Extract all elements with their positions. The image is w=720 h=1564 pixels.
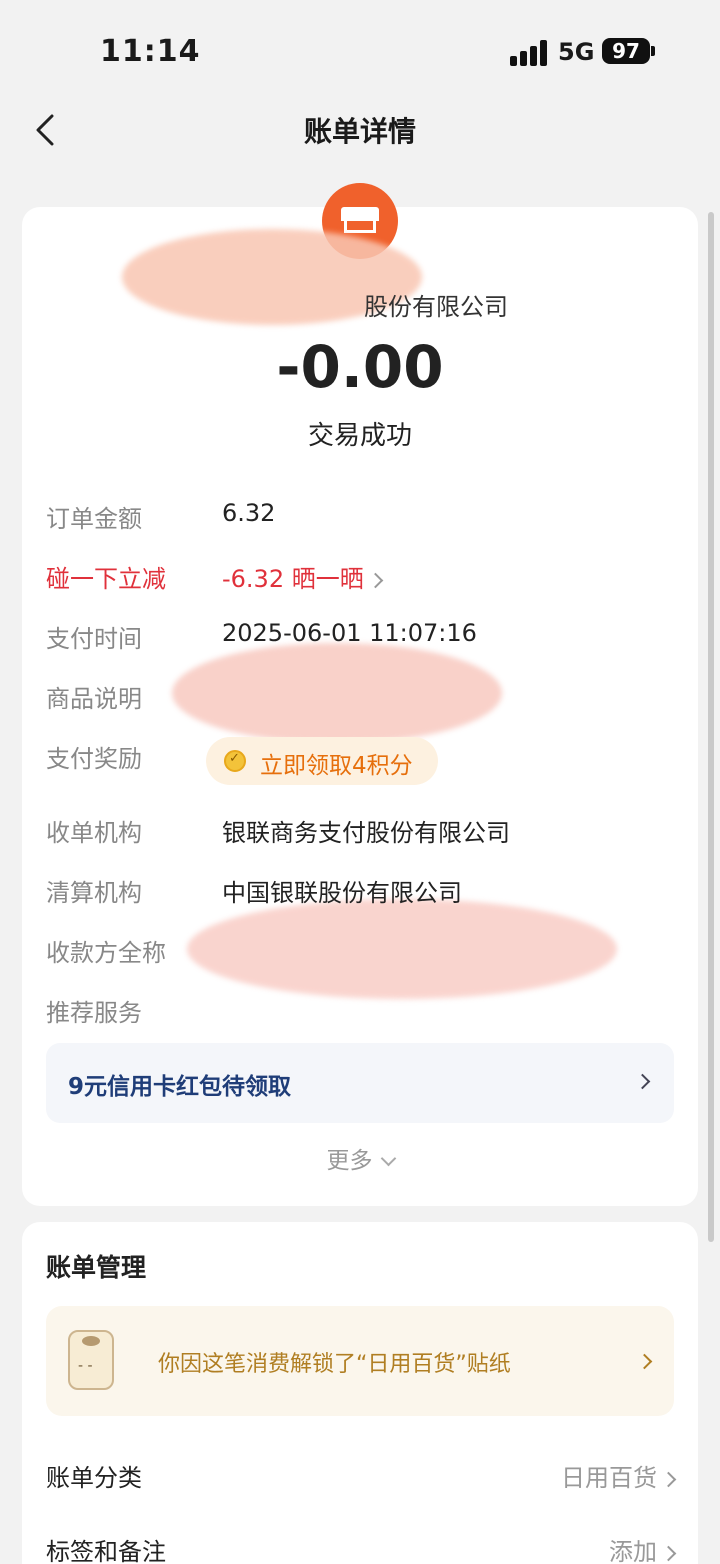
network-type: 5G xyxy=(558,38,595,66)
chevron-right-icon xyxy=(367,572,384,588)
bill-category-row[interactable]: 账单分类 日用百货 xyxy=(46,1458,677,1498)
detail-row-pay-time: 支付时间 2025-06-01 11:07:16 xyxy=(46,619,686,659)
bill-management-card: 账单管理 - - 你因这笔消费解锁了“日用百货”贴纸 账单分类 日用百货 标签和… xyxy=(22,1222,698,1564)
detail-label: 推荐服务 xyxy=(46,999,142,1027)
battery-tip xyxy=(651,46,655,56)
row-label: 标签和备注 xyxy=(46,1538,166,1564)
chevron-down-icon xyxy=(380,1150,396,1167)
detail-label: 收款方全称 xyxy=(46,939,166,967)
detail-value: 银联商务支付股份有限公司 xyxy=(222,819,510,847)
nav-bar: 账单详情 xyxy=(0,100,720,160)
scrollbar[interactable] xyxy=(708,212,714,1242)
section-title: 账单管理 xyxy=(46,1253,147,1282)
detail-value: 2025-06-01 11:07:16 xyxy=(222,619,477,647)
page-title: 账单详情 xyxy=(303,115,416,148)
detail-value: 6.32 xyxy=(222,499,276,527)
row-label: 账单分类 xyxy=(46,1464,142,1492)
claim-points-button[interactable]: 立即领取4积分 xyxy=(206,737,438,785)
row-value: 添加 xyxy=(609,1532,677,1564)
transaction-status: 交易成功 xyxy=(307,421,412,451)
detail-row-recommend: 推荐服务 xyxy=(46,993,686,1033)
detail-value: 中国银联股份有限公司 xyxy=(222,879,462,907)
detail-label: 商品说明 xyxy=(46,685,142,713)
battery-icon: 97 xyxy=(602,38,650,64)
transaction-amount: -0.00 xyxy=(276,333,444,401)
detail-label: 清算机构 xyxy=(46,879,142,907)
share-discount-link[interactable]: -6.32 晒一晒 xyxy=(222,559,384,594)
bill-detail-card: 股份有限公司 -0.00 交易成功 订单金额 6.32 碰一下立减 -6.32 … xyxy=(22,183,698,1206)
detail-row-payee: 收款方全称 xyxy=(46,933,686,973)
sticker-unlock-text: 你因这笔消费解锁了“日用百货”贴纸 xyxy=(158,1352,511,1377)
detail-label: 订单金额 xyxy=(46,505,142,533)
toilet-paper-icon: - - xyxy=(66,1326,118,1396)
row-value: 日用百货 xyxy=(561,1458,677,1493)
detail-label: 支付时间 xyxy=(46,625,142,653)
detail-row-clearing: 清算机构 中国银联股份有限公司 xyxy=(46,873,686,913)
sticker-unlock-banner[interactable]: - - 你因这笔消费解锁了“日用百货”贴纸 xyxy=(46,1306,674,1416)
more-button[interactable]: 更多 xyxy=(22,1141,698,1175)
credit-card-promo-button[interactable]: 9元信用卡红包待领取 xyxy=(46,1043,674,1123)
status-bar: 11:14 5G 97 xyxy=(0,0,720,100)
detail-label: 碰一下立减 xyxy=(46,565,166,593)
chevron-right-icon xyxy=(660,1545,677,1561)
tags-notes-row[interactable]: 标签和备注 添加 xyxy=(46,1532,677,1564)
detail-label: 支付奖励 xyxy=(46,745,142,773)
detail-row-discount[interactable]: 碰一下立减 -6.32 晒一晒 xyxy=(46,559,686,599)
detail-row-acquirer: 收单机构 银联商务支付股份有限公司 xyxy=(46,813,686,853)
signal-icon xyxy=(510,40,550,66)
merchant-name: 股份有限公司 xyxy=(364,293,508,321)
detail-row-product: 商品说明 xyxy=(46,679,686,719)
promo-label: 9元信用卡红包待领取 xyxy=(68,1074,292,1100)
coin-icon xyxy=(224,750,246,772)
chevron-right-icon xyxy=(660,1471,677,1487)
detail-row-order-amount: 订单金额 6.32 xyxy=(46,499,686,539)
claim-points-label: 立即领取4积分 xyxy=(260,753,413,779)
detail-label: 收单机构 xyxy=(46,819,142,847)
chevron-right-icon xyxy=(636,1353,653,1370)
status-time: 11:14 xyxy=(100,34,201,69)
chevron-right-icon xyxy=(634,1073,651,1090)
